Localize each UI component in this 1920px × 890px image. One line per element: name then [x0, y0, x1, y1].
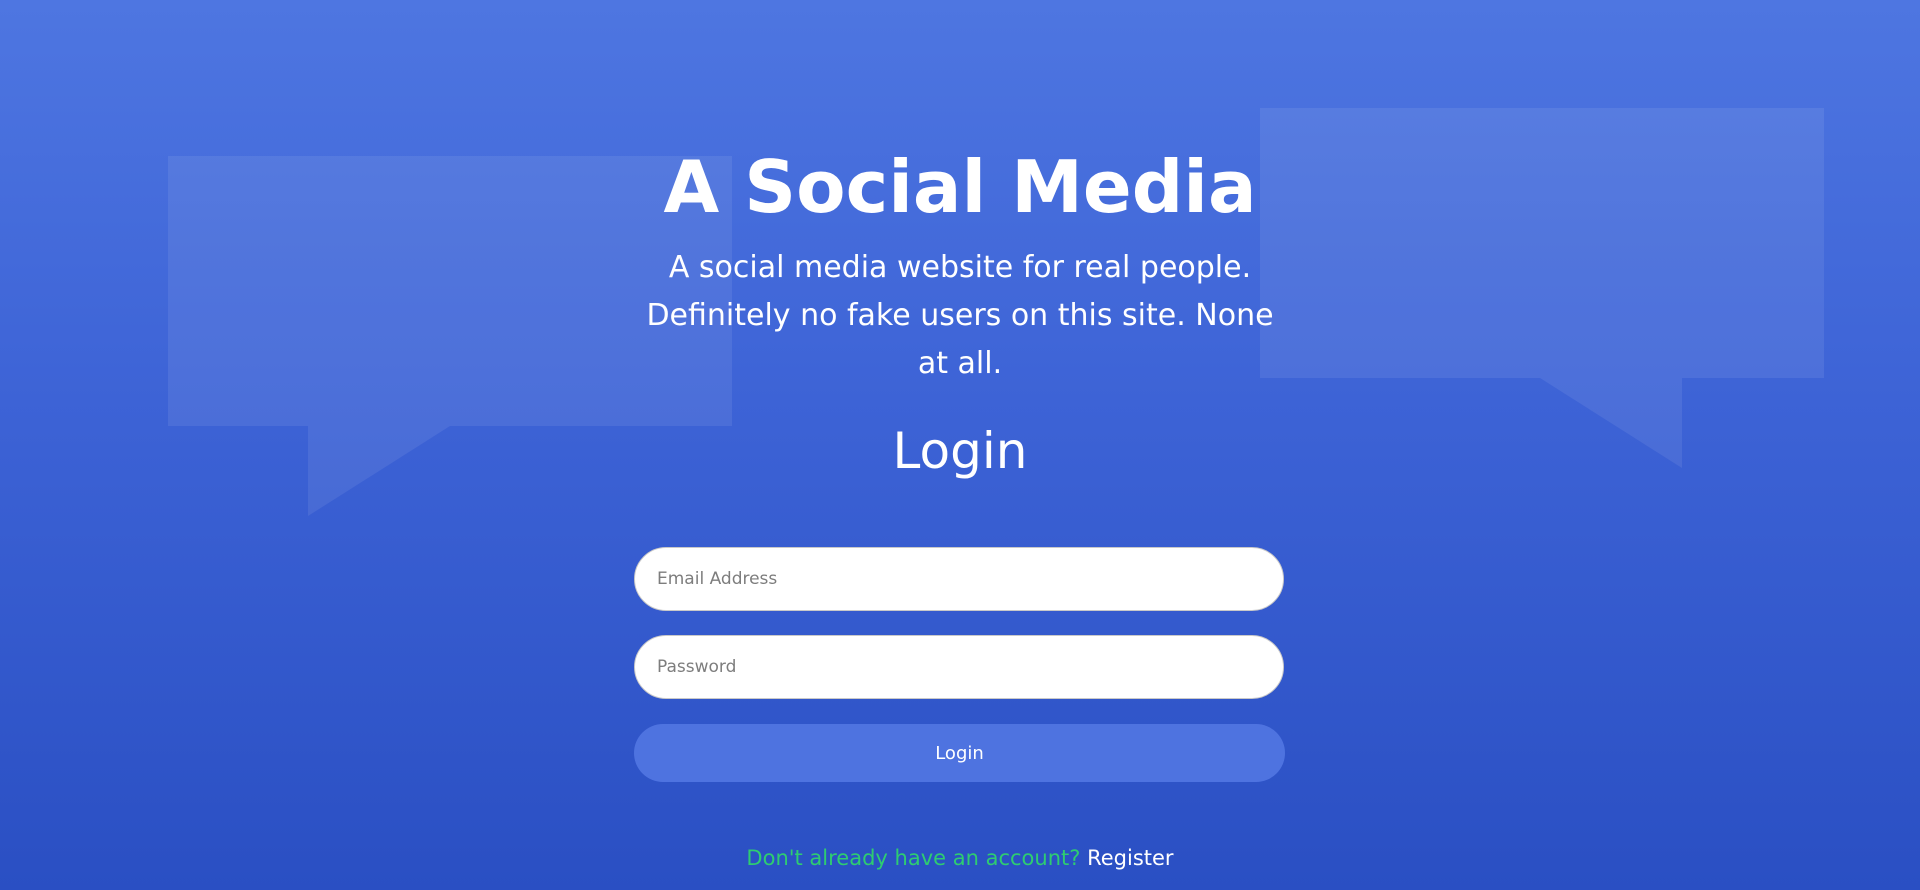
register-line: Don't already have an account? Register [0, 843, 1920, 873]
login-button[interactable]: Login [634, 724, 1285, 782]
register-prompt: Don't already have an account? [746, 846, 1081, 870]
register-link[interactable]: Register [1087, 846, 1173, 870]
site-tagline: A social media website for real people. … [646, 250, 1274, 381]
site-title: A Social Media [663, 145, 1257, 229]
password-input[interactable] [634, 635, 1284, 699]
email-input[interactable] [634, 547, 1284, 611]
login-heading: Login [892, 422, 1028, 480]
